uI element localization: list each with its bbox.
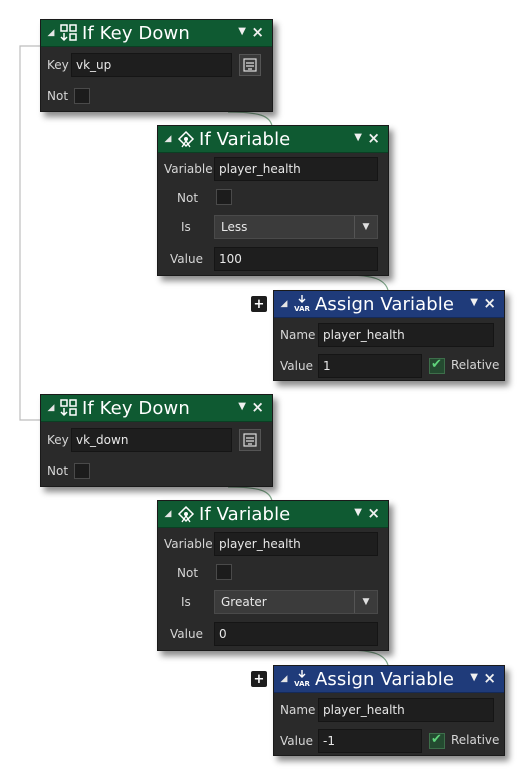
value-label: Value — [170, 252, 203, 266]
key-picker-icon[interactable] — [239, 429, 261, 451]
node-title: Assign Variable — [315, 293, 455, 315]
value-label: Value — [280, 734, 313, 748]
node-title: If Variable — [199, 503, 291, 525]
assign-variable-node[interactable]: ◢ VAR Assign Variable ▼ × Name player_he… — [273, 290, 505, 381]
relative-checkbox[interactable] — [429, 732, 445, 749]
plus-icon[interactable]: + — [251, 296, 267, 312]
not-label: Not — [177, 566, 199, 580]
comparison-select[interactable]: Greater ▼ — [214, 590, 378, 614]
relative-label: Relative — [451, 733, 500, 747]
collapse-triangle-icon[interactable]: ◢ — [276, 674, 292, 684]
name-label: Name — [280, 703, 316, 717]
not-checkbox[interactable] — [74, 463, 90, 479]
not-label: Not — [177, 191, 199, 205]
comparison-value: Greater — [221, 595, 267, 609]
dropdown-menu-icon[interactable]: ▼ — [238, 401, 246, 412]
if-variable-icon — [176, 129, 196, 149]
is-label: Is — [181, 595, 191, 609]
key-picker-icon[interactable] — [239, 54, 261, 76]
dropdown-menu-icon[interactable]: ▼ — [470, 297, 478, 308]
dropdown-menu-icon[interactable]: ▼ — [354, 507, 362, 518]
not-checkbox[interactable] — [216, 564, 232, 580]
not-label: Not — [47, 464, 69, 478]
assign-variable-node[interactable]: ◢ VAR Assign Variable ▼ × Name player_he… — [273, 665, 505, 756]
value-field[interactable]: 1 — [318, 354, 422, 378]
node-title: Assign Variable — [315, 668, 455, 690]
close-icon[interactable]: × — [367, 504, 380, 522]
value-field[interactable]: 100 — [214, 247, 378, 271]
not-checkbox[interactable] — [74, 88, 90, 104]
relative-checkbox[interactable] — [429, 357, 445, 374]
connector-ifvar2-assign2 — [344, 649, 389, 666]
value-field[interactable]: -1 — [318, 729, 422, 753]
if-variable-icon — [176, 504, 196, 524]
chevron-down-icon[interactable]: ▼ — [354, 216, 377, 238]
comparison-value: Less — [221, 220, 248, 234]
node-title: If Key Down — [82, 22, 190, 44]
close-icon[interactable]: × — [251, 23, 264, 41]
node-header[interactable]: ◢ If Key Down ▼ × — [41, 20, 272, 47]
close-icon[interactable]: × — [483, 669, 496, 687]
collapse-triangle-icon[interactable]: ◢ — [43, 28, 59, 38]
collapse-triangle-icon[interactable]: ◢ — [43, 403, 59, 413]
if-variable-node[interactable]: ◢ If Variable ▼ × Variable player_health… — [157, 125, 389, 276]
name-label: Name — [280, 328, 316, 342]
dropdown-menu-icon[interactable]: ▼ — [238, 26, 246, 37]
node-header[interactable]: ◢ If Key Down ▼ × — [41, 395, 272, 422]
close-icon[interactable]: × — [367, 129, 380, 147]
key-down-icon — [59, 23, 79, 43]
is-label: Is — [181, 220, 191, 234]
key-label: Key — [47, 58, 69, 72]
value-label: Value — [280, 359, 313, 373]
assign-variable-icon: VAR — [292, 669, 312, 689]
connector-keydown1-ifvar1 — [227, 111, 273, 127]
node-header[interactable]: ◢ VAR Assign Variable ▼ × — [274, 291, 504, 318]
close-icon[interactable]: × — [483, 294, 496, 312]
node-header[interactable]: ◢ VAR Assign Variable ▼ × — [274, 666, 504, 693]
variable-field[interactable]: player_health — [214, 157, 378, 181]
collapse-triangle-icon[interactable]: ◢ — [276, 299, 292, 309]
if-variable-node[interactable]: ◢ If Variable ▼ × Variable player_health… — [157, 500, 389, 651]
plus-icon[interactable]: + — [251, 671, 267, 687]
key-down-icon — [59, 398, 79, 418]
name-field[interactable]: player_health — [318, 323, 494, 347]
not-label: Not — [47, 89, 69, 103]
value-label: Value — [170, 627, 203, 641]
value-field[interactable]: 0 — [214, 622, 378, 646]
collapse-triangle-icon[interactable]: ◢ — [160, 134, 176, 144]
node-header[interactable]: ◢ If Variable ▼ × — [158, 126, 388, 153]
dropdown-menu-icon[interactable]: ▼ — [470, 672, 478, 683]
chevron-down-icon[interactable]: ▼ — [354, 591, 377, 613]
collapse-triangle-icon[interactable]: ◢ — [160, 509, 176, 519]
node-header[interactable]: ◢ If Variable ▼ × — [158, 501, 388, 528]
key-field[interactable]: vk_down — [71, 428, 232, 452]
name-field[interactable]: player_health — [318, 698, 494, 722]
key-label: Key — [47, 433, 69, 447]
comparison-select[interactable]: Less ▼ — [214, 215, 378, 239]
svg-text:VAR: VAR — [294, 305, 310, 313]
connector-keydown2-ifvar2 — [227, 486, 273, 502]
key-field[interactable]: vk_up — [71, 53, 232, 77]
connector-lines — [19, 45, 389, 666]
close-icon[interactable]: × — [251, 398, 264, 416]
svg-text:VAR: VAR — [294, 680, 310, 688]
variable-field[interactable]: player_health — [214, 532, 378, 556]
connector-ifvar1-assign1 — [344, 274, 389, 291]
event-bracket-line — [19, 45, 42, 421]
node-title: If Key Down — [82, 397, 190, 419]
if-key-down-node[interactable]: ◢ If Key Down ▼ × Key vk_up Not — [40, 19, 273, 112]
not-checkbox[interactable] — [216, 189, 232, 205]
node-title: If Variable — [199, 128, 291, 150]
variable-label: Variable — [164, 537, 213, 551]
variable-label: Variable — [164, 162, 213, 176]
relative-label: Relative — [451, 358, 500, 372]
dropdown-menu-icon[interactable]: ▼ — [354, 132, 362, 143]
if-key-down-node[interactable]: ◢ If Key Down ▼ × Key vk_down Not — [40, 394, 273, 487]
assign-variable-icon: VAR — [292, 294, 312, 314]
